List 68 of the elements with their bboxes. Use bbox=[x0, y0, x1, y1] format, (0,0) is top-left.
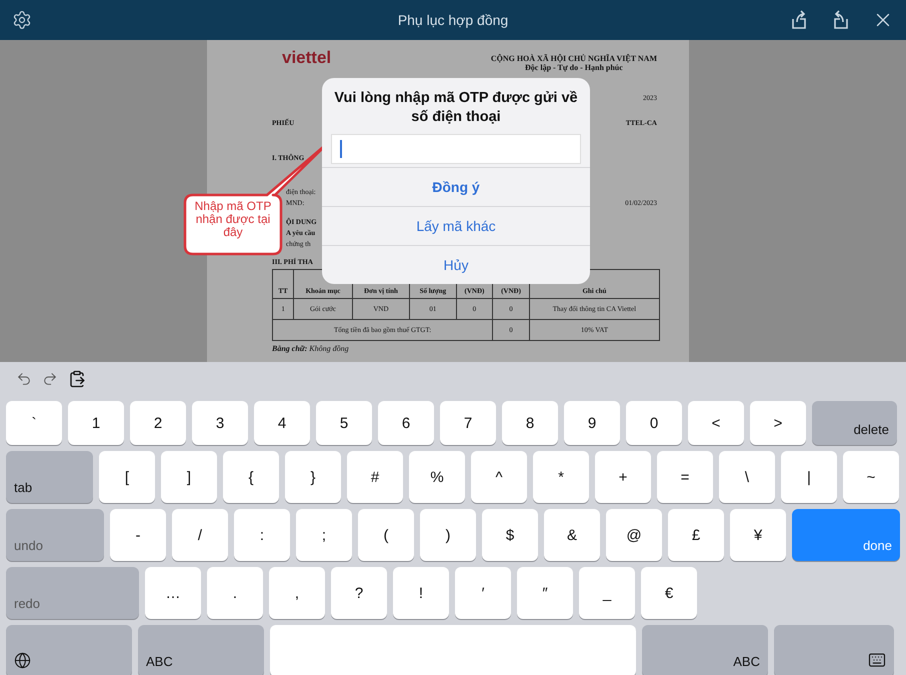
window-title: Phụ lục hợp đồng bbox=[396, 11, 510, 30]
keyboard-key[interactable]: ` bbox=[6, 401, 62, 445]
keyboard-key[interactable]: 9 bbox=[564, 401, 620, 445]
keyboard-key[interactable]: 5 bbox=[316, 401, 372, 445]
keyboard-key[interactable]: 0 bbox=[626, 401, 682, 445]
keyboard-key[interactable]: ABC bbox=[138, 625, 264, 675]
keyboard-key[interactable]: < bbox=[688, 401, 744, 445]
keyboard-key[interactable]: ABC bbox=[642, 625, 768, 675]
amount-in-words: Bằng chữ: Không đồng bbox=[272, 344, 350, 353]
keyboard-key[interactable]: & bbox=[544, 509, 600, 561]
dialog-button[interactable]: Đồng ý bbox=[322, 167, 590, 206]
keyboard-key[interactable]: … bbox=[145, 567, 201, 619]
keyboard-key[interactable]: 7 bbox=[440, 401, 496, 445]
keyboard-key[interactable]: \ bbox=[719, 451, 775, 503]
keyboard-key[interactable]: } bbox=[285, 451, 341, 503]
header-text: Độc lập - Tự do - Hạnh phúc bbox=[525, 63, 623, 72]
keyboard-key[interactable]: _ bbox=[579, 567, 635, 619]
keyboard-key[interactable]: = bbox=[657, 451, 713, 503]
undo-icon[interactable] bbox=[16, 371, 32, 387]
keyboard-key[interactable]: - bbox=[110, 509, 166, 561]
keyboard-key[interactable]: delete bbox=[812, 401, 897, 445]
keyboard-key[interactable]: % bbox=[409, 451, 465, 503]
keyboard-icon bbox=[868, 651, 886, 669]
keyboard-key[interactable]: 6 bbox=[378, 401, 434, 445]
globe-icon bbox=[14, 652, 31, 669]
redo-icon[interactable] bbox=[42, 371, 58, 387]
keyboard-key[interactable]: ( bbox=[358, 509, 414, 561]
header-text: CỘNG HOÀ XÃ HỘI CHỦ NGHĨA VIỆT NAM bbox=[490, 54, 657, 63]
keyboard-key[interactable]: 2 bbox=[130, 401, 186, 445]
keyboard-key[interactable]: 3 bbox=[192, 401, 248, 445]
keyboard-key[interactable]: , bbox=[269, 567, 325, 619]
keyboard-key[interactable]: tab bbox=[6, 451, 93, 503]
paste-icon[interactable] bbox=[68, 370, 86, 388]
otp-input-field[interactable] bbox=[331, 134, 581, 164]
keyboard-key[interactable]: € bbox=[641, 567, 697, 619]
keyboard-key[interactable]: 4 bbox=[254, 401, 310, 445]
keyboard-key[interactable]: : bbox=[234, 509, 290, 561]
keyboard-key[interactable]: ″ bbox=[517, 567, 573, 619]
keyboard-key[interactable]: * bbox=[533, 451, 589, 503]
keyboard-key[interactable]: ] bbox=[161, 451, 217, 503]
callout-text: Nhập mã OTP nhận được tại đây bbox=[194, 200, 272, 239]
keyboard-key[interactable]: > bbox=[750, 401, 806, 445]
keyboard-key[interactable]: + bbox=[595, 451, 651, 503]
keyboard-key[interactable]: | bbox=[781, 451, 837, 503]
keyboard-key[interactable]: ? bbox=[331, 567, 387, 619]
dialog-title: Vui lòng nhập mã OTP được gửi về số điện thoại bbox=[333, 89, 579, 127]
logo-text: viettel bbox=[282, 48, 332, 68]
keyboard-key[interactable]: . bbox=[207, 567, 263, 619]
keyboard-key[interactable]: 1 bbox=[68, 401, 124, 445]
keyboard-key[interactable]: ^ bbox=[471, 451, 527, 503]
keyboard-key[interactable]: ′ bbox=[455, 567, 511, 619]
keyboard-key[interactable]: # bbox=[347, 451, 403, 503]
keyboard-key[interactable]: ) bbox=[420, 509, 476, 561]
keyboard-key[interactable]: ; bbox=[296, 509, 352, 561]
dialog-button[interactable]: Hủy bbox=[322, 245, 590, 284]
keyboard-key[interactable]: ~ bbox=[843, 451, 899, 503]
dialog-button[interactable]: Lấy mã khác bbox=[322, 206, 590, 245]
keyboard-key[interactable]: ! bbox=[393, 567, 449, 619]
keyboard-key[interactable]: $ bbox=[482, 509, 538, 561]
keyboard-key[interactable]: [ bbox=[99, 451, 155, 503]
keyboard-key[interactable]: £ bbox=[668, 509, 724, 561]
keyboard-key[interactable]: @ bbox=[606, 509, 662, 561]
keyboard-key[interactable]: 8 bbox=[502, 401, 558, 445]
keyboard-key[interactable]: / bbox=[172, 509, 228, 561]
keyboard-key[interactable]: ¥ bbox=[730, 509, 786, 561]
keyboard-key[interactable]: done bbox=[792, 509, 900, 561]
keyboard-key[interactable]: { bbox=[223, 451, 279, 503]
settings-icon[interactable] bbox=[12, 10, 32, 30]
